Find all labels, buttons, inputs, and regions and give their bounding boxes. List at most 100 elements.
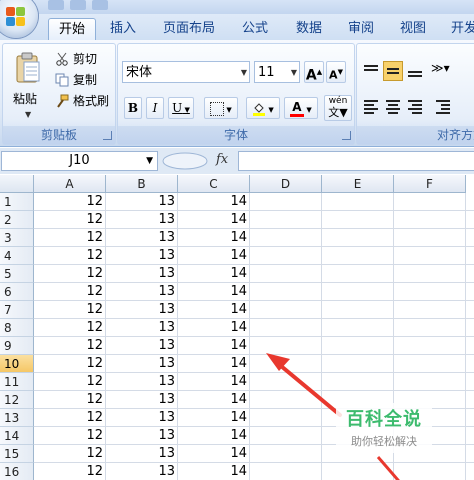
table-cell[interactable]: 13	[106, 301, 178, 319]
font-color-button[interactable]: A ▼	[284, 97, 318, 119]
table-cell[interactable]: 14	[178, 229, 250, 247]
table-cell[interactable]: 12	[34, 193, 106, 211]
table-cell[interactable]: 14	[178, 301, 250, 319]
row-header[interactable]: 7	[0, 301, 34, 319]
table-cell[interactable]: 14	[178, 319, 250, 337]
table-cell[interactable]: 13	[106, 265, 178, 283]
fill-color-button[interactable]: ▼	[246, 97, 280, 119]
table-cell[interactable]: 12	[34, 445, 106, 463]
table-cell[interactable]: 14	[178, 247, 250, 265]
table-cell[interactable]: 14	[178, 391, 250, 409]
formula-input[interactable]	[238, 151, 474, 171]
table-cell[interactable]: 12	[34, 427, 106, 445]
tab-review[interactable]: 审阅	[338, 18, 384, 40]
row-header[interactable]: 3	[0, 229, 34, 247]
column-header[interactable]: B	[106, 175, 178, 193]
chevron-down-icon[interactable]: ▼	[146, 152, 153, 170]
table-cell[interactable]: 12	[34, 319, 106, 337]
table-cell[interactable]: 13	[106, 427, 178, 445]
align-right-button[interactable]	[405, 97, 425, 117]
font-size-select[interactable]: 11 ▼	[254, 61, 300, 83]
underline-button[interactable]: U ▼	[168, 97, 194, 119]
italic-button[interactable]: I	[146, 97, 164, 119]
table-cell[interactable]: 14	[178, 427, 250, 445]
row-header[interactable]: 13	[0, 409, 34, 427]
tab-page-layout[interactable]: 页面布局	[158, 18, 220, 40]
table-cell[interactable]: 12	[34, 247, 106, 265]
row-header[interactable]: 6	[0, 283, 34, 301]
table-cell[interactable]: 13	[106, 283, 178, 301]
row-header[interactable]: 11	[0, 373, 34, 391]
table-cell[interactable]: 12	[34, 409, 106, 427]
paste-dropdown-icon[interactable]: ▼	[25, 110, 31, 119]
column-header[interactable]: C	[178, 175, 250, 193]
row-header[interactable]: 8	[0, 319, 34, 337]
middle-align-button[interactable]	[383, 61, 403, 81]
table-cell[interactable]: 13	[106, 247, 178, 265]
row-header[interactable]: 14	[0, 427, 34, 445]
table-cell[interactable]: 14	[178, 445, 250, 463]
table-cell[interactable]: 12	[34, 229, 106, 247]
column-header[interactable]: D	[250, 175, 322, 193]
undo-icon[interactable]	[70, 0, 86, 10]
top-align-button[interactable]	[361, 61, 381, 81]
table-cell[interactable]: 13	[106, 409, 178, 427]
align-left-button[interactable]	[361, 97, 381, 117]
paste-icon[interactable]	[15, 52, 41, 84]
table-cell[interactable]: 12	[34, 211, 106, 229]
table-cell[interactable]: 13	[106, 373, 178, 391]
table-cell[interactable]: 13	[106, 229, 178, 247]
bottom-align-button[interactable]	[405, 61, 425, 81]
table-cell[interactable]: 12	[34, 463, 106, 480]
tab-developer[interactable]: 开发	[444, 18, 474, 40]
redo-icon[interactable]	[92, 0, 108, 10]
column-header[interactable]: A	[34, 175, 106, 193]
borders-button[interactable]: ▼	[204, 97, 238, 119]
table-cell[interactable]: 14	[178, 409, 250, 427]
table-cell[interactable]: 14	[178, 337, 250, 355]
table-cell[interactable]: 12	[34, 283, 106, 301]
row-header[interactable]: 12	[0, 391, 34, 409]
font-launcher-icon[interactable]	[342, 131, 351, 140]
table-cell[interactable]: 12	[34, 373, 106, 391]
row-header[interactable]: 15	[0, 445, 34, 463]
table-cell[interactable]: 14	[178, 355, 250, 373]
row-header[interactable]: 16	[0, 463, 34, 480]
table-cell[interactable]: 13	[106, 463, 178, 480]
tab-view[interactable]: 视图	[390, 18, 436, 40]
table-cell[interactable]: 13	[106, 193, 178, 211]
table-cell[interactable]: 12	[34, 355, 106, 373]
table-cell[interactable]: 12	[34, 391, 106, 409]
table-cell[interactable]: 13	[106, 355, 178, 373]
table-cell[interactable]: 13	[106, 337, 178, 355]
column-header[interactable]: F	[394, 175, 466, 193]
row-header[interactable]: 10	[0, 355, 34, 373]
cut-button[interactable]: 剪切	[55, 50, 97, 68]
save-icon[interactable]	[48, 0, 64, 10]
tab-insert[interactable]: 插入	[100, 18, 146, 40]
format-painter-button[interactable]: 格式刷	[55, 92, 109, 110]
table-cell[interactable]: 13	[106, 445, 178, 463]
column-header[interactable]: E	[322, 175, 394, 193]
table-cell[interactable]: 13	[106, 319, 178, 337]
table-cell[interactable]: 13	[106, 391, 178, 409]
row-header[interactable]: 4	[0, 247, 34, 265]
name-box[interactable]: J10 ▼	[1, 151, 158, 171]
select-all-corner[interactable]	[0, 175, 34, 193]
table-cell[interactable]: 12	[34, 301, 106, 319]
table-cell[interactable]: 14	[178, 211, 250, 229]
paste-button[interactable]: 粘贴	[13, 90, 37, 107]
table-cell[interactable]: 13	[106, 211, 178, 229]
row-header[interactable]: 9	[0, 337, 34, 355]
table-cell[interactable]: 14	[178, 193, 250, 211]
phonetic-guide-button[interactable]: wén 文▼	[324, 95, 352, 121]
bold-button[interactable]: B	[124, 97, 142, 119]
align-center-button[interactable]	[383, 97, 403, 117]
tab-home[interactable]: 开始	[48, 18, 96, 42]
row-header[interactable]: 2	[0, 211, 34, 229]
tab-formulas[interactable]: 公式	[232, 18, 278, 40]
row-header[interactable]: 1	[0, 193, 34, 211]
copy-button[interactable]: 复制	[55, 71, 97, 89]
table-cell[interactable]: 12	[34, 337, 106, 355]
font-name-select[interactable]: 宋体 ▼	[122, 61, 250, 83]
